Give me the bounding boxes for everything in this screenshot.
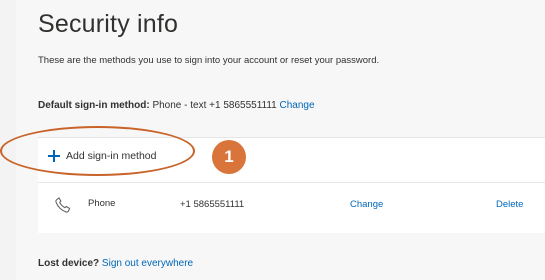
method-name: Phone [88, 198, 116, 209]
method-value: +1 5865551111 [180, 199, 245, 210]
sign-out-everywhere-link[interactable]: Sign out everywhere [102, 258, 193, 269]
callout-number-badge: 1 [212, 140, 246, 174]
method-row: Phone +1 5865551111 Change Delete [38, 184, 545, 224]
lost-device-line: Lost device? Sign out everywhere [38, 258, 193, 269]
change-default-method-link[interactable]: Change [280, 100, 315, 111]
phone-icon [55, 197, 71, 213]
default-method-label: Default sign-in method: [38, 100, 150, 111]
method-change-link[interactable]: Change [350, 199, 383, 210]
default-method-value: Phone - text +1 5865551111 [152, 100, 277, 111]
lost-device-label: Lost device? [38, 258, 100, 269]
page-title: Security info [38, 10, 179, 38]
method-delete-link[interactable]: Delete [496, 199, 523, 210]
callout-highlight-ellipse [0, 126, 195, 176]
page-description: These are the methods you use to sign in… [38, 55, 380, 66]
default-method-line: Default sign-in method: Phone - text +1 … [38, 100, 315, 111]
